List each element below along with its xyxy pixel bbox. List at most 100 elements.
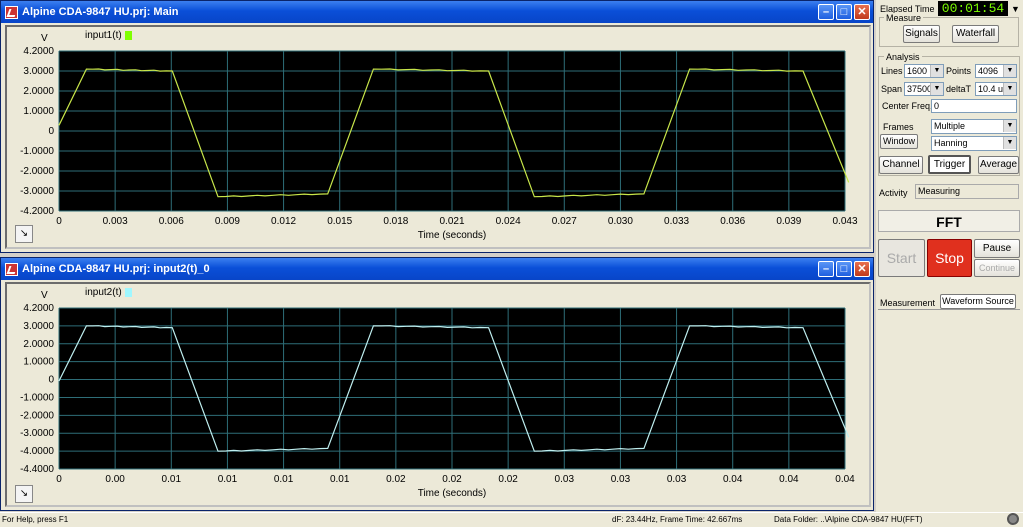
chevron-down-icon: ▼ [1003,120,1016,132]
analysis-group-label: Analysis [884,52,922,62]
x-tick-label: 0.012 [271,216,296,227]
y-tick-label: -4.2000 [20,206,54,217]
panel-menu-icon[interactable]: ▼ [1011,4,1020,14]
activity-label: Activity [879,188,908,198]
y-tick-label: -1.0000 [20,146,54,157]
span-select[interactable]: 37500 ▼ [904,82,944,96]
deltat-select[interactable]: 10.4 u ▼ [975,82,1017,96]
maximize-button[interactable]: □ [836,261,852,277]
chevron-down-icon: ▼ [1003,137,1016,149]
continue-button[interactable]: Continue [974,259,1020,277]
x-tick-label: 0.01 [330,474,350,485]
x-tick-label: 0.02 [498,474,518,485]
x-tick-label: 0.027 [552,216,577,227]
status-data-folder: Data Folder: ..\Alpine CDA-9847 HU(FFT) [774,515,923,524]
x-tick-label: 0.018 [383,216,408,227]
y-tick-label: 1.0000 [23,106,54,117]
minimize-button[interactable]: – [818,4,834,20]
y-tick-label: -1.0000 [20,392,54,403]
deltat-label: deltaT [946,84,972,94]
y-tick-label: 4.2000 [23,46,54,57]
input2-window: Alpine CDA-9847 HU.prj: input2(t)_0 – □ … [0,257,874,511]
y-tick-label: 2.0000 [23,339,54,350]
window-button[interactable]: Window [880,134,918,149]
input2-window-titlebar[interactable]: Alpine CDA-9847 HU.prj: input2(t)_0 – □ … [1,258,873,280]
points-label: Points [946,66,972,76]
status-bar: For Help, press F1 dF: 23.44Hz, Frame Ti… [0,512,1023,527]
window-title: Alpine CDA-9847 HU.prj: Main [22,6,179,18]
x-tick-label: 0.036 [720,216,745,227]
x-tick-label: 0.015 [327,216,352,227]
x-tick-label: 0.03 [555,474,575,485]
x-tick-label: 0.033 [664,216,689,227]
span-label: Span [881,84,903,94]
x-tick-label: 0.04 [835,474,855,485]
lines-select[interactable]: 1600 ▼ [904,64,944,78]
x-tick-label: 0.02 [386,474,406,485]
y-tick-label: 3.0000 [23,321,54,332]
y-tick-label: 2.0000 [23,86,54,97]
chevron-down-icon: ▼ [1003,65,1016,77]
x-tick-label: 0.003 [103,216,128,227]
minimize-button[interactable]: – [818,261,834,277]
window-title: Alpine CDA-9847 HU.prj: input2(t)_0 [22,263,210,275]
x-tick-label: 0.009 [215,216,240,227]
measure-group-label: Measure [884,13,924,23]
channel-button[interactable]: Channel [879,156,923,174]
lines-label: Lines [881,66,903,76]
tab-waveform-source[interactable]: Waveform Source [940,294,1016,309]
trigger-button[interactable]: Trigger [928,155,971,174]
y-tick-label: -2.0000 [20,166,54,177]
plot-options-icon[interactable]: ↘ [15,485,33,503]
tab-measurement[interactable]: Measurement [880,298,935,308]
app-icon [5,5,18,19]
start-button[interactable]: Start [878,239,925,277]
x-tick-label: 0.01 [218,474,238,485]
stop-button[interactable]: Stop [927,239,972,277]
x-tick-label: 0.00 [105,474,125,485]
close-button[interactable]: ✕ [854,4,870,20]
x-axis-label: Time (seconds) [418,230,487,241]
y-tick-label: 4.2000 [23,303,54,314]
close-button[interactable]: ✕ [854,261,870,277]
signals-button[interactable]: Signals [903,25,940,43]
x-tick-label: 0.03 [611,474,631,485]
plot-area: V input1(t) 4.2000 3.0000 2.0000 1.0000 0 -1.… [5,25,871,249]
x-tick-label: 0.024 [496,216,521,227]
main-window-titlebar[interactable]: Alpine CDA-9847 HU.prj: Main – □ ✕ [1,1,873,23]
center-freq-input[interactable]: 0 [931,99,1017,113]
status-frame-info: dF: 23.44Hz, Frame Time: 42.667ms [612,515,743,524]
points-select[interactable]: 4096 ▼ [975,64,1017,78]
y-tick-label: -4.0000 [20,446,54,457]
frames-label: Frames [883,122,914,132]
status-indicator-icon [1007,513,1019,525]
maximize-button[interactable]: □ [836,4,852,20]
x-tick-label: 0.021 [439,216,464,227]
waterfall-button[interactable]: Waterfall [952,25,999,43]
y-tick-label: -4.4000 [20,464,54,475]
tab-divider [878,309,1020,310]
waveform-plot[interactable]: 4.2000 3.0000 2.0000 1.0000 0 -1.0000 -2.0000 -… [7,284,869,505]
waveform-plot[interactable]: 4.2000 3.0000 2.0000 1.0000 0 -1.0000 -2.0000 -… [7,27,869,247]
y-tick-label: 0 [48,375,54,386]
pause-button[interactable]: Pause [974,239,1020,258]
x-tick-label: 0.04 [723,474,743,485]
x-tick-label: 0.043 [832,216,857,227]
plot-options-icon[interactable]: ↘ [15,225,33,243]
y-tick-label: 3.0000 [23,66,54,77]
average-button[interactable]: Average [978,156,1019,174]
x-tick-label: 0.02 [442,474,462,485]
frames-select[interactable]: Multiple ▼ [931,119,1017,134]
fft-title: FFT [878,210,1020,232]
y-tick-label: -3.0000 [20,186,54,197]
plot-area: V input2(t) 4.2000 3.0000 2.0000 1.0000 0 -1.… [5,282,871,507]
y-tick-label: 0 [48,126,54,137]
x-tick-label: 0.006 [159,216,184,227]
status-help: For Help, press F1 [2,515,69,524]
x-tick-label: 0.03 [667,474,687,485]
window-select[interactable]: Hanning ▼ [931,136,1017,151]
y-tick-label: 1.0000 [23,357,54,368]
elapsed-time-display: 00:01:54 [938,1,1008,16]
x-tick-label: 0.01 [162,474,182,485]
x-tick-label: 0.04 [779,474,799,485]
